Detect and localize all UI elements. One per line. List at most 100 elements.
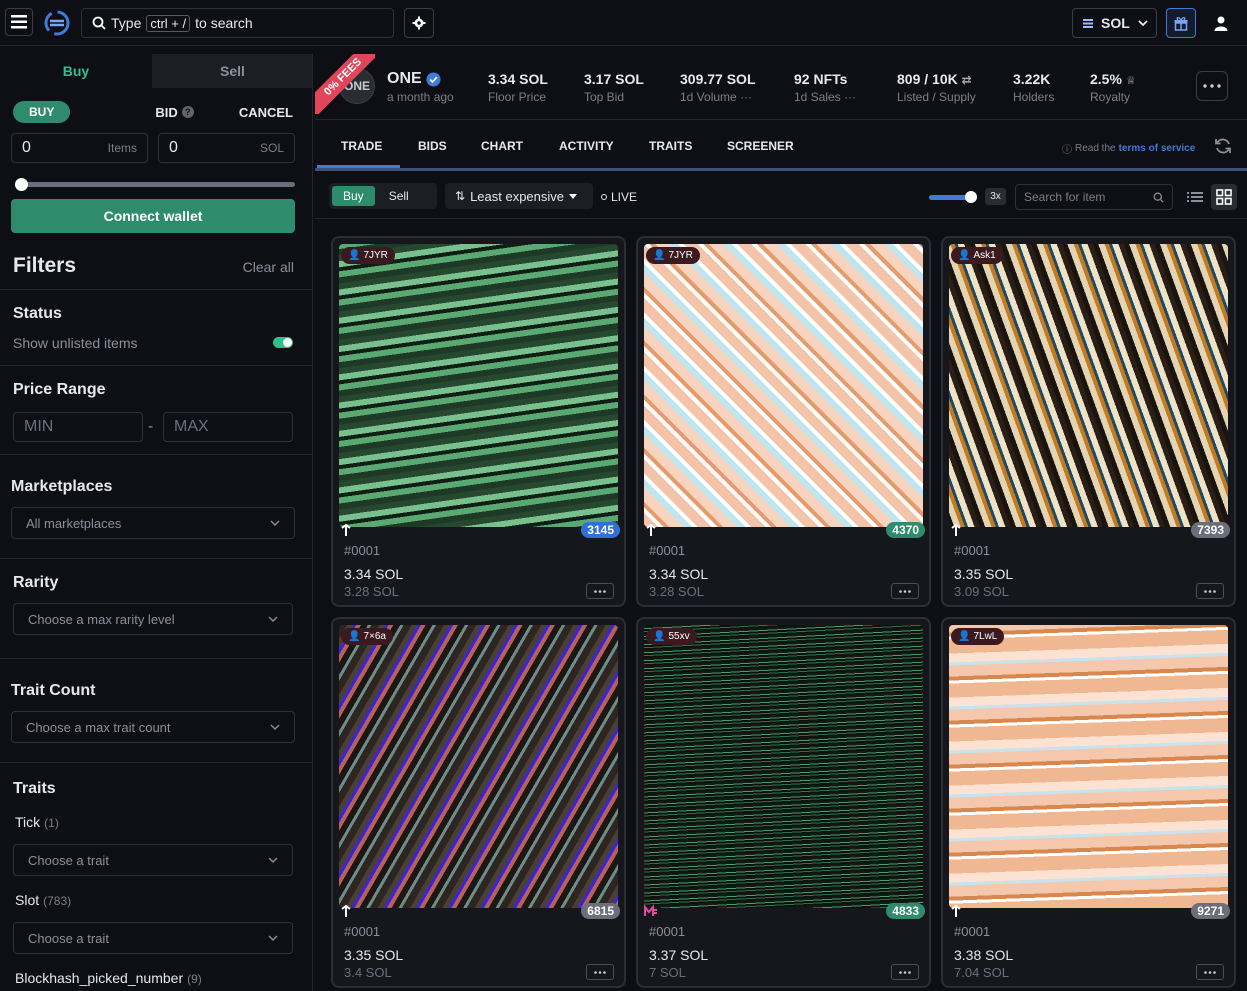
nft-price: 3.35 SOL [954,566,1014,582]
user-icon: 👤 [348,631,361,642]
tab-trade[interactable]: TRADE [341,139,382,153]
stat-value: 809 / 10K ⇄ [897,71,976,87]
more-dots-icon[interactable]: ··· [844,90,856,104]
solana-icon [1083,18,1093,28]
grid-size-slider-handle[interactable] [965,191,977,203]
rarity-dropdown[interactable]: Choose a max rarity level [13,603,293,635]
menu-button[interactable] [5,8,33,36]
owner-badge[interactable]: 👤 7JYR [646,247,700,264]
stat-value: 3.34 SOL [488,71,548,87]
card-more-button[interactable] [586,964,614,980]
owner-badge[interactable]: 👤 7×6a [341,628,393,645]
top-bar: Type ctrl + / to search SOL [0,0,1247,46]
items-count-field[interactable]: 0 Items [11,133,148,163]
hamburger-icon [11,15,27,29]
stat-sales[interactable]: 92 NFTs 1d Sales ··· [794,71,856,104]
trait-slot-dropdown[interactable]: Choose a trait [13,922,293,954]
quantity-slider-handle[interactable] [15,178,28,191]
stat-label: Holders [1013,90,1055,104]
grid-view-icon [1216,189,1232,205]
nft-card[interactable]: 👤 7JYR 3145 #0001 3.34 SOL 3.28 SOL [331,236,626,607]
nft-card[interactable]: 👤 55xv 4833 #0001 3.37 SOL 7 SOL [636,617,931,988]
rewards-button[interactable] [1166,8,1196,38]
mode-buy-button[interactable]: BUY [13,101,71,123]
tab-buy[interactable]: Buy [0,54,152,88]
tab-activity[interactable]: ACTIVITY [559,139,614,153]
nft-image[interactable] [644,625,923,908]
card-more-button[interactable] [586,583,614,599]
card-more-button[interactable] [1196,964,1224,980]
more-dots-icon[interactable]: ··· [740,90,752,104]
sort-dropdown[interactable]: ⇅ Least expensive [445,183,593,209]
tab-traits[interactable]: TRAITS [649,139,692,153]
nft-card[interactable]: 👤 7×6a 6815 #0001 3.35 SOL 3.4 SOL [331,617,626,988]
owner-badge[interactable]: 👤 7LwL [951,628,1005,645]
terms-link[interactable]: terms of service [1119,143,1196,154]
stat-volume[interactable]: 309.77 SOL 1d Volume ··· [680,71,756,104]
connect-wallet-button[interactable]: Connect wallet [11,199,295,233]
card-more-button[interactable] [1196,583,1224,599]
nft-image[interactable] [644,244,923,527]
marketplaces-dropdown[interactable]: All marketplaces [11,507,295,539]
help-icon[interactable]: ? [181,106,194,118]
owner-badge[interactable]: 👤 55xv [646,628,697,645]
item-search-input[interactable]: Search for item [1015,184,1173,210]
search-icon [92,16,106,30]
show-unlisted-toggle[interactable] [273,337,293,348]
profile-button[interactable] [1206,8,1236,38]
owner-badge[interactable]: 👤 Ask1 [951,247,1003,264]
sol-amount-field[interactable]: 0 SOL [158,133,295,163]
global-search[interactable]: Type ctrl + / to search [81,8,394,38]
active-tab-indicator [317,165,400,168]
nft-image[interactable] [949,625,1228,908]
toggle-sell-button[interactable]: Sell [375,186,423,206]
live-indicator[interactable]: LIVE [601,190,637,204]
collection-more-button[interactable] [1196,71,1228,101]
owner-label: 7LwL [973,631,998,642]
nft-card[interactable]: 👤 7JYR 4370 #0001 3.34 SOL 3.28 SOL [636,236,931,607]
more-dots-icon [594,589,606,593]
mode-cancel-button[interactable]: CANCEL [239,105,293,120]
user-icon: 👤 [653,631,666,642]
nft-card[interactable]: 👤 7LwL 9271 #0001 3.38 SOL 7.04 SOL [941,617,1236,988]
collection-tabs: TRADE BIDS CHART ACTIVITY TRAITS SCREENE… [315,121,1247,171]
fees-ribbon: 0% FEES [315,54,375,114]
tab-bids[interactable]: BIDS [418,139,447,153]
clear-all-link[interactable]: Clear all [243,259,294,275]
card-more-button[interactable] [891,583,919,599]
mode-bid-button[interactable]: BID? [155,105,194,120]
currency-select[interactable]: SOL [1072,8,1157,38]
nft-card[interactable]: 👤 Ask1 7393 #0001 3.35 SOL 3.09 SOL [941,236,1236,607]
stat-value: 92 NFTs [794,71,848,87]
rarity-rank-badge: 3145 [581,522,620,538]
list-view-icon[interactable] [1185,187,1205,207]
settings-button[interactable] [404,8,434,38]
nft-last-sale: 3.4 SOL [344,965,392,980]
owner-badge[interactable]: 👤 7JYR [341,247,395,264]
sol-amount-value: 0 [169,139,178,156]
toggle-buy-button[interactable]: Buy [332,186,375,206]
stat-label: 1d Sales ··· [794,90,856,104]
nft-last-sale: 7.04 SOL [954,965,1009,980]
nft-image[interactable] [339,625,618,908]
quantity-slider-track[interactable] [17,182,295,187]
trait-count-dropdown[interactable]: Choose a max trait count [11,711,295,743]
tab-screener[interactable]: SCREENER [727,139,794,153]
nft-image[interactable] [949,244,1228,527]
tab-sell[interactable]: Sell [152,54,312,88]
price-min-input[interactable]: MIN [13,412,143,442]
tab-chart[interactable]: CHART [481,139,523,153]
card-more-button[interactable] [891,964,919,980]
status-title: Status [13,305,62,322]
verified-badge-icon [426,71,441,87]
grid-view-button[interactable] [1211,184,1237,210]
app-logo-icon[interactable] [42,8,72,38]
refresh-icon[interactable] [1213,136,1233,156]
chevron-down-icon [270,724,280,730]
stat-top-bid: 3.17 SOL Top Bid [584,71,644,104]
swap-icon[interactable]: ⇄ [962,73,972,87]
price-max-input[interactable]: MAX [163,412,293,442]
nft-image[interactable] [339,244,618,527]
nft-id: #0001 [649,924,686,939]
trait-tick-dropdown[interactable]: Choose a trait [13,844,293,876]
